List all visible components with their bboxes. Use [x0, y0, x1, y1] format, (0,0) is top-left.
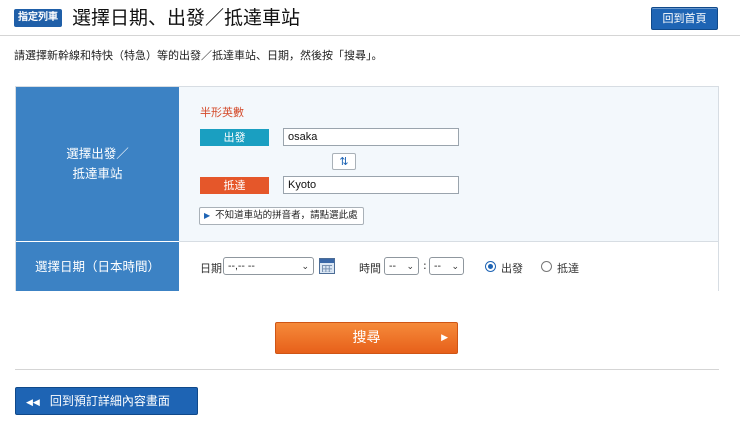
page-badge: 指定列車 [14, 9, 62, 27]
page-title: 選擇日期、出發／抵達車站 [72, 7, 301, 29]
arrival-station-input[interactable]: Kyoto [283, 176, 459, 194]
minute-select[interactable]: -- ⌄ [429, 257, 464, 275]
chevron-down-icon: ⌄ [301, 261, 309, 271]
bottom-divider [15, 369, 719, 370]
time-colon: : [423, 259, 427, 272]
time-label: 時間 [359, 262, 381, 275]
swap-stations-button[interactable]: ⇅ [332, 153, 356, 170]
station-label-line2: 抵達車站 [72, 166, 123, 181]
date-select-value: --,-- -- [228, 260, 255, 272]
header-divider [0, 35, 740, 36]
departure-tag: 出發 [200, 129, 269, 146]
date-select[interactable]: --,-- -- ⌄ [223, 257, 314, 275]
station-spelling-help-button[interactable]: ▶ 不知道車站的拼音者，請點選此處 [199, 207, 364, 225]
chevron-down-icon: ⌄ [451, 261, 459, 271]
triangle-right-icon: ▶ [441, 333, 448, 343]
date-label: 日期 [200, 262, 222, 275]
station-section-label: 選擇出發／ 抵達車站 [16, 87, 179, 241]
double-chevron-left-icon: ◀◀ [26, 398, 40, 408]
home-button[interactable]: 回到首頁 [651, 7, 718, 30]
radio-arrival[interactable] [541, 261, 552, 272]
hour-select-value: -- [389, 260, 396, 272]
radio-arrival-label: 抵達 [557, 262, 579, 275]
search-form: 選擇出發／ 抵達車站 選擇日期（日本時間） 半形英數 出發 osaka ⇅ 抵達… [15, 86, 719, 291]
search-button-label: 搜尋 [352, 330, 381, 346]
instruction-text: 請選擇新幹線和特快（特急）等的出發／抵達車站、日期，然後按「搜尋」。 [14, 49, 383, 62]
date-area: 日期 --,-- -- ⌄ 時間 -- ⌄ : -- ⌄ 出發 抵達 [179, 242, 718, 291]
station-label-line1: 選擇出發／ [66, 146, 129, 161]
chevron-down-icon: ⌄ [406, 261, 414, 271]
help-link-label: 不知道車站的拼音者，請點選此處 [215, 210, 358, 221]
departure-station-input[interactable]: osaka [283, 128, 459, 146]
date-section-label: 選擇日期（日本時間） [16, 242, 179, 291]
radio-departure-label: 出發 [501, 262, 523, 275]
station-area: 半形英數 出發 osaka ⇅ 抵達 Kyoto ▶ 不知道車站的拼音者，請點選此… [179, 87, 718, 241]
triangle-right-icon: ▶ [204, 211, 211, 220]
hour-select[interactable]: -- ⌄ [384, 257, 419, 275]
arrival-tag: 抵達 [200, 177, 269, 194]
radio-departure[interactable] [485, 261, 496, 272]
halfwidth-hint: 半形英數 [200, 106, 244, 119]
back-button-label: 回到預訂詳細內容畫面 [49, 394, 170, 408]
back-to-booking-button[interactable]: ◀◀ 回到預訂詳細內容畫面 [15, 387, 198, 415]
minute-select-value: -- [434, 260, 441, 272]
calendar-icon[interactable] [319, 258, 335, 274]
swap-arrows-icon: ⇅ [339, 155, 349, 168]
search-button[interactable]: 搜尋 ▶ [275, 322, 458, 354]
